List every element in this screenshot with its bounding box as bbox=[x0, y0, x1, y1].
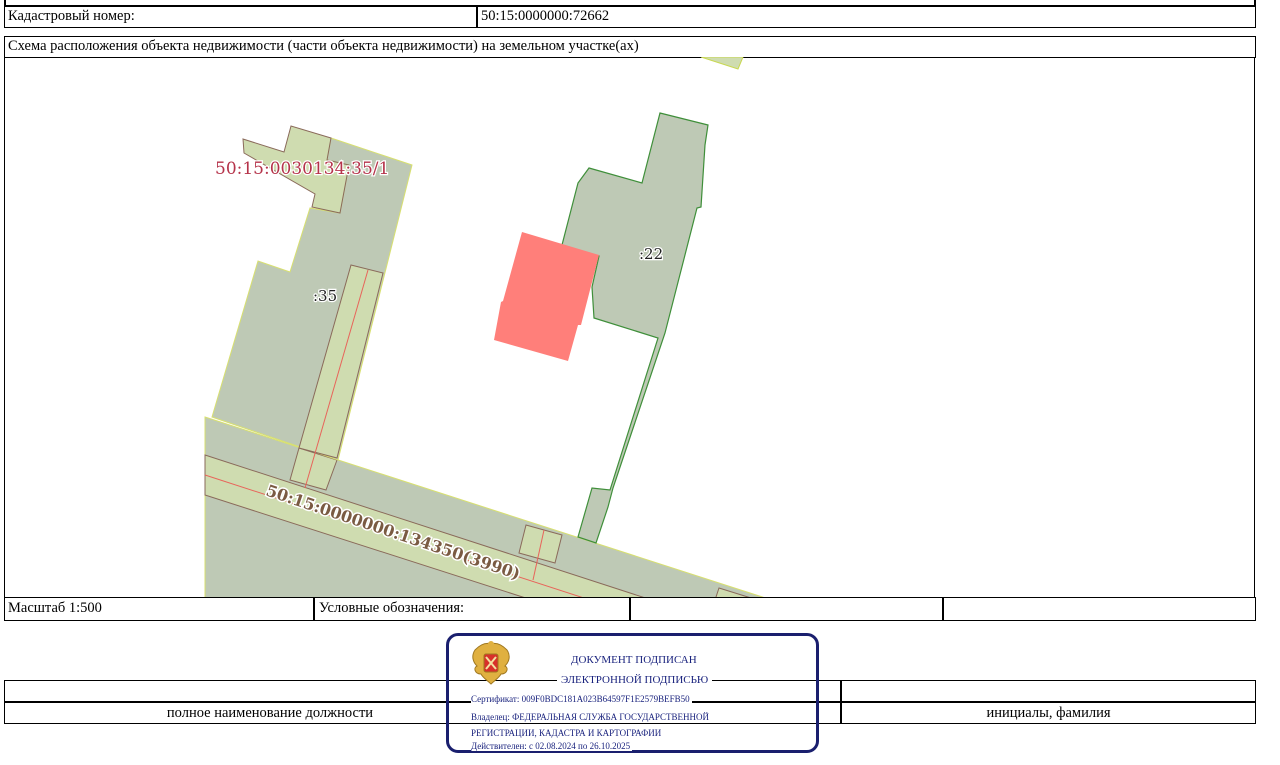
stamp-owner-1: Владелец: ФЕДЕРАЛЬНАЯ СЛУЖБА ГОСУДАРСТВЕ… bbox=[471, 712, 712, 722]
electronic-signature-stamp: ДОКУМЕНТ ПОДПИСАН ЭЛЕКТРОННОЙ ПОДПИСЬЮ С… bbox=[446, 633, 819, 753]
scale-legend-row: Масштаб 1:500 Условные обозначения: bbox=[4, 597, 1256, 621]
legend-label: Условные обозначения: bbox=[319, 600, 465, 616]
label-parcel-22: :22 bbox=[639, 245, 663, 263]
scheme-title: Схема расположения объекта недвижимости … bbox=[8, 38, 639, 54]
stamp-certificate: Сертификат: 009F0BDC181A023B64597F1E2579… bbox=[471, 694, 692, 704]
label-parcel-35: :35 bbox=[313, 287, 337, 305]
zone-top-fragment bbox=[700, 57, 744, 70]
name-caption: инициалы, фамилия bbox=[986, 705, 1111, 721]
divider bbox=[629, 598, 631, 620]
stamp-owner-2: РЕГИСТРАЦИИ, КАДАСТРА И КАРТОГРАФИИ bbox=[471, 728, 664, 738]
scale-label: Масштаб 1:500 bbox=[8, 600, 102, 616]
stamp-validity: Действителен: с 02.08.2024 по 26.10.2025 bbox=[471, 741, 633, 751]
cadastral-map[interactable]: 50:15:0030134:35/1 :35 :22 50:15:0000000… bbox=[4, 57, 1255, 598]
divider bbox=[942, 598, 944, 620]
map-canvas: 50:15:0030134:35/1 :35 :22 50:15:0000000… bbox=[204, 57, 768, 598]
scheme-title-row: Схема расположения объекта недвижимости … bbox=[4, 36, 1256, 58]
label-parcel-35-1: 50:15:0030134:35/1 bbox=[215, 159, 389, 179]
cadastral-label: Кадастровый номер: bbox=[8, 8, 135, 24]
stamp-line-1: ДОКУМЕНТ ПОДПИСАН bbox=[571, 654, 697, 666]
cadastral-value: 50:15:0000000:72662 bbox=[481, 8, 610, 24]
coat-of-arms-icon bbox=[472, 641, 510, 685]
divider bbox=[313, 598, 315, 620]
stamp-line-2: ЭЛЕКТРОННОЙ ПОДПИСЬЮ bbox=[557, 674, 713, 686]
real-estate-object[interactable] bbox=[494, 232, 599, 361]
cadastral-row: Кадастровый номер: 50:15:0000000:72662 bbox=[4, 5, 1256, 28]
parcel-22 bbox=[561, 112, 709, 544]
